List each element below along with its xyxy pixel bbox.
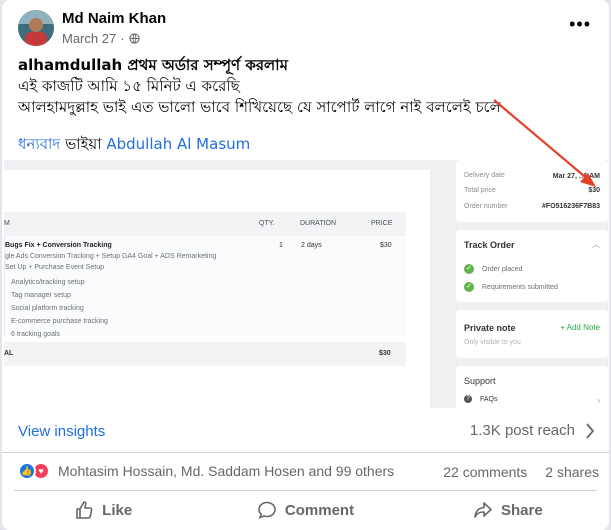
table-row: Bugs Fix + Conversion Tracking gle Ads C… (4, 236, 406, 338)
mention-link[interactable]: Abdullah Al Masum (106, 135, 250, 153)
post-date[interactable]: March 27 (62, 31, 116, 46)
total-price-value: $30 (588, 187, 600, 194)
total-label: AL (4, 350, 14, 357)
feature-item: Social platform tracking (11, 305, 84, 312)
thumbs-up-icon (76, 501, 93, 519)
question-icon: ? (464, 395, 472, 403)
post-reach-label: 1.3K post reach (469, 422, 575, 439)
comment-bubble-icon (258, 501, 276, 519)
duration-value: 2 days (301, 242, 322, 249)
action-bar: Like Comment Share (2, 492, 609, 528)
track-step: ✓ Order placed (464, 264, 522, 274)
col-item: M (4, 220, 10, 227)
price-value: $30 (380, 242, 392, 249)
track-order-title: Track Order (464, 240, 515, 250)
divider (14, 490, 597, 491)
feature-item: E-commerce purchase tracking (11, 318, 108, 325)
engagement-counts: 22 comments 2 shares (443, 464, 599, 480)
track-order-box: Track Order ︿ ✓ Order placed ✓ Requireme… (456, 230, 608, 302)
package-subtitle-1: gle Ads Conversion Tracking + Setup GA4 … (5, 253, 217, 260)
author-name[interactable]: Md Naim Khan (62, 10, 166, 27)
post-thanks: ধন্যবাদ ভাইয়া Abdullah Al Masum (18, 134, 578, 155)
package-title: Bugs Fix + Conversion Tracking (5, 242, 112, 249)
order-number-value: #FO516236F7B83 (542, 203, 600, 210)
total-price-row: Total price $30 (464, 187, 600, 194)
share-button[interactable]: Share (407, 492, 609, 528)
view-insights-link[interactable]: View insights (18, 423, 105, 440)
divider (2, 452, 609, 453)
feature-item: 6 tracking goals (11, 331, 61, 338)
col-duration: DURATION (300, 220, 337, 227)
more-options-icon[interactable]: ••• (569, 14, 591, 35)
delivery-date-label: Delivery date (464, 172, 505, 179)
qty-value: 1 (279, 242, 283, 249)
check-icon: ✓ (464, 282, 474, 292)
add-note-button[interactable]: + Add Note (560, 323, 600, 332)
private-note-box: Private note + Add Note Only visible to … (456, 310, 608, 358)
shares-count[interactable]: 2 shares (545, 464, 599, 480)
package-subtitle-2: Set Up + Purchase Event Setup (5, 264, 105, 271)
post-body: alhamdullah প্রথম অর্ডার সম্পূর্ণ করলাম … (18, 55, 578, 155)
order-table-panel: M QTY. DURATION PRICE Bugs Fix + Convers… (4, 170, 430, 408)
chevron-right-icon[interactable]: › (597, 396, 600, 405)
total-price-label: Total price (464, 187, 496, 194)
comment-button[interactable]: Comment (204, 492, 406, 528)
thumbs-up-icon: 👍 (18, 462, 36, 480)
avatar[interactable] (18, 10, 54, 46)
delivery-date-row: Delivery date Mar 27, ‥6 AM (464, 172, 600, 180)
chevron-right-icon (586, 422, 595, 439)
comment-label: Comment (284, 501, 355, 519)
check-icon: ✓ (464, 264, 474, 274)
feature-item: Analytics/tracking setup (11, 279, 85, 286)
post-card: Md Naim Khan March 27 · ••• alhamdullah … (2, 0, 609, 530)
table-total-row: AL $30 (4, 342, 406, 366)
order-number-row: Order number #FO516236F7B83 (464, 203, 600, 210)
total-value: $30 (379, 350, 391, 357)
col-qty: QTY. (259, 220, 275, 227)
post-line-3: আলহামদুল্লাহ ভাই এত ভালো ভাবে শিখিয়েছে … (18, 98, 501, 116)
reactors-text: Mohtasim Hossain, Md. Saddam Hosen and 9… (58, 463, 395, 479)
feature-item: Tag manager setup (11, 292, 71, 299)
post-line-2: এই কাজটি আমি ১৫ মিনিট এ করেছি (18, 77, 240, 95)
meta-separator: · (120, 31, 125, 46)
track-step-label: Requirements submitted (482, 283, 558, 291)
like-label: Like (102, 501, 133, 519)
track-step: ✓ Requirements submitted (464, 282, 558, 292)
avatar-image (18, 10, 54, 46)
post-meta: March 27 · (62, 31, 140, 46)
col-price: PRICE (371, 220, 393, 227)
attached-screenshot[interactable]: M QTY. DURATION PRICE Bugs Fix + Convers… (4, 160, 608, 408)
hashtag-link[interactable]: ধন্যবাদ (18, 135, 60, 153)
share-arrow-icon (474, 502, 492, 518)
delivery-date-value: Mar 27, ‥6 AM (552, 173, 600, 180)
faqs-link[interactable]: ? FAQs (464, 395, 498, 403)
comments-count[interactable]: 22 comments (443, 464, 527, 480)
post-reach[interactable]: 1.3K post reach (470, 422, 595, 439)
chevron-up-icon[interactable]: ︿ (592, 239, 600, 250)
track-step-label: Order placed (482, 265, 523, 273)
share-label: Share (500, 501, 543, 519)
order-details-box: Delivery date Mar 27, ‥6 AM Total price … (456, 160, 608, 222)
private-note-title: Private note (464, 323, 516, 333)
post-line-1: alhamdullah প্রথম অর্ডার সম্পূর্ণ করলাম (18, 56, 288, 74)
reactions-summary[interactable]: 👍 ♥ Mohtasim Hossain, Md. Saddam Hosen a… (18, 462, 394, 480)
reaction-icons: 👍 ♥ (18, 462, 52, 480)
private-note-hint: Only visible to you (464, 339, 521, 346)
table-header: M QTY. DURATION PRICE (4, 212, 406, 236)
support-box: Support ? FAQs › (456, 366, 608, 408)
order-sidebar: Delivery date Mar 27, ‥6 AM Total price … (456, 160, 608, 408)
support-title: Support (464, 376, 496, 386)
globe-icon (128, 33, 140, 44)
thanks-word: ভাইয়া (65, 135, 102, 153)
faqs-label: FAQs (480, 395, 498, 403)
like-button[interactable]: Like (2, 492, 204, 528)
order-number-label: Order number (464, 203, 508, 210)
